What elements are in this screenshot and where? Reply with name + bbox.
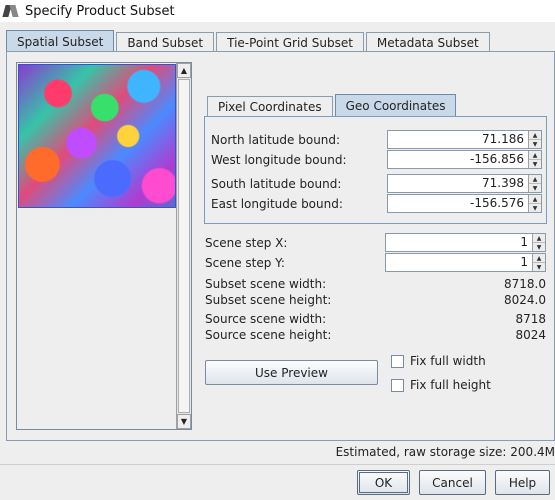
- help-button[interactable]: Help: [495, 470, 550, 495]
- scene-step-x-label: Scene step X:: [205, 236, 288, 250]
- tab-tie-point-grid-subset[interactable]: Tie-Point Grid Subset: [216, 32, 364, 52]
- spin-down-icon[interactable]: ▼: [529, 139, 541, 148]
- spin-up-icon[interactable]: ▲: [529, 131, 541, 139]
- spin-down-icon[interactable]: ▼: [529, 183, 541, 192]
- spin-down-icon[interactable]: ▼: [529, 203, 541, 212]
- scene-step-x-spinner[interactable]: 1 ▲ ▼: [385, 233, 546, 252]
- tab-pixel-coordinates[interactable]: Pixel Coordinates: [207, 96, 333, 116]
- product-thumbnail[interactable]: [18, 64, 176, 208]
- fix-full-height-checkbox[interactable]: [391, 378, 404, 392]
- cancel-button[interactable]: Cancel: [419, 470, 486, 495]
- subset-height-value: 8024.0: [504, 293, 546, 307]
- subset-tabs: Spatial Subset Band Subset Tie-Point Gri…: [6, 30, 492, 52]
- subset-width-label: Subset scene width:: [205, 277, 327, 291]
- source-height-label: Source scene height:: [205, 328, 332, 342]
- spin-down-icon[interactable]: ▼: [533, 262, 545, 271]
- source-width-label: Source scene width:: [205, 312, 327, 326]
- storage-estimate: Estimated, raw storage size: 200.4M: [335, 445, 555, 459]
- source-height-value: 8024: [515, 328, 546, 342]
- spin-up-icon[interactable]: ▲: [529, 195, 541, 203]
- scene-step-x-value[interactable]: 1: [386, 234, 532, 251]
- scroll-thumb[interactable]: [178, 79, 190, 413]
- ok-button[interactable]: OK: [357, 470, 410, 495]
- scroll-up-icon[interactable]: ▲: [177, 63, 191, 78]
- south-latitude-label: South latitude bound:: [211, 177, 342, 191]
- north-latitude-label: North latitude bound:: [211, 133, 341, 147]
- north-latitude-spinner[interactable]: 71.186 ▲ ▼: [387, 130, 542, 149]
- spin-up-icon[interactable]: ▲: [533, 234, 545, 242]
- fix-full-height-label: Fix full height: [410, 378, 491, 392]
- use-preview-button[interactable]: Use Preview: [205, 360, 378, 385]
- title-bar: Specify Product Subset: [0, 0, 555, 22]
- fix-full-width-row[interactable]: Fix full width: [391, 354, 486, 368]
- subset-width-value: 8718.0: [504, 277, 546, 291]
- tab-metadata-subset[interactable]: Metadata Subset: [365, 32, 490, 52]
- window-title: Specify Product Subset: [25, 3, 175, 19]
- fix-full-width-label: Fix full width: [410, 354, 486, 368]
- app-icon: [2, 3, 19, 19]
- thumbnail-scrollbar[interactable]: ▲ ▼: [176, 63, 191, 429]
- west-longitude-value[interactable]: -156.856: [388, 151, 528, 168]
- south-latitude-value[interactable]: 71.398: [388, 175, 528, 192]
- east-longitude-label: East longitude bound:: [211, 197, 343, 211]
- tab-spatial-subset[interactable]: Spatial Subset: [6, 30, 115, 52]
- north-latitude-value[interactable]: 71.186: [388, 131, 528, 148]
- subset-height-label: Subset scene height:: [205, 293, 332, 307]
- tab-band-subset[interactable]: Band Subset: [116, 32, 215, 52]
- spin-up-icon[interactable]: ▲: [529, 151, 541, 159]
- scroll-down-icon[interactable]: ▼: [177, 414, 191, 429]
- spin-down-icon[interactable]: ▼: [529, 159, 541, 168]
- scene-step-y-value[interactable]: 1: [386, 254, 532, 271]
- spin-up-icon[interactable]: ▲: [533, 254, 545, 262]
- source-width-value: 8718: [515, 312, 546, 326]
- east-longitude-spinner[interactable]: -156.576 ▲ ▼: [387, 194, 542, 213]
- fix-full-height-row[interactable]: Fix full height: [391, 378, 491, 392]
- spin-down-icon[interactable]: ▼: [533, 242, 545, 251]
- south-latitude-spinner[interactable]: 71.398 ▲ ▼: [387, 174, 542, 193]
- scene-step-y-spinner[interactable]: 1 ▲ ▼: [385, 253, 546, 272]
- east-longitude-value[interactable]: -156.576: [388, 195, 528, 212]
- scene-step-y-label: Scene step Y:: [205, 256, 285, 270]
- tab-geo-coordinates[interactable]: Geo Coordinates: [334, 94, 457, 116]
- west-longitude-label: West longitude bound:: [211, 153, 347, 167]
- coordinate-tabs: Pixel Coordinates Geo Coordinates: [207, 94, 458, 116]
- spin-up-icon[interactable]: ▲: [529, 175, 541, 183]
- fix-full-width-checkbox[interactable]: [391, 354, 404, 368]
- separator: [0, 464, 555, 465]
- thumbnail-area: ▲ ▼: [16, 62, 192, 430]
- west-longitude-spinner[interactable]: -156.856 ▲ ▼: [387, 150, 542, 169]
